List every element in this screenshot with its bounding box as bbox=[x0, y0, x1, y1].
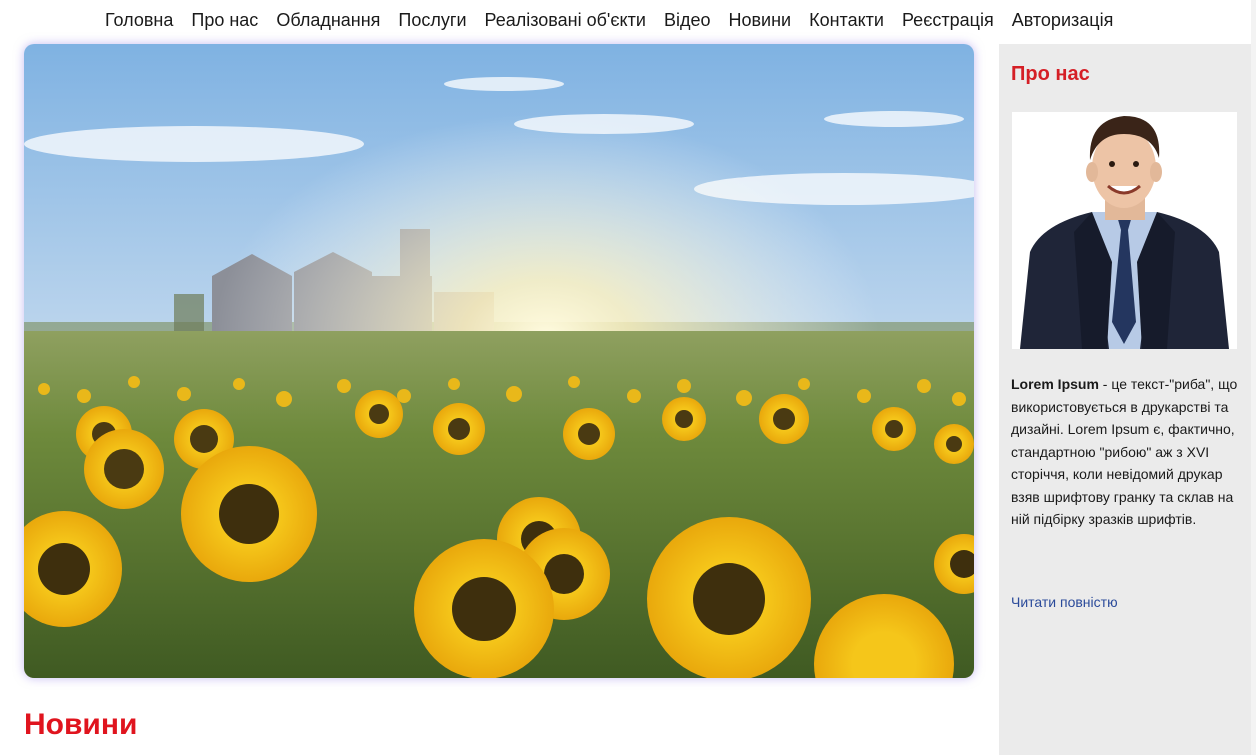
nav-item-2[interactable]: Про нас bbox=[182, 8, 267, 32]
sidebar-description: Lorem Ipsum - це текст-"риба", що викори… bbox=[1011, 373, 1243, 531]
sidebar-text-bold: Lorem Ipsum bbox=[1011, 376, 1099, 392]
sidebar-text-rest: - це текст-"риба", що використовується в… bbox=[1011, 376, 1238, 527]
nav-item-9[interactable]: Реєстрація bbox=[893, 8, 1003, 32]
nav-item-1[interactable]: Головна bbox=[96, 8, 182, 32]
about-sidebar: Про нас Lorem Ipsum - це текст-"риба", щ… bbox=[999, 44, 1251, 755]
nav-item-10[interactable]: Авторизація bbox=[1003, 8, 1123, 32]
nav-item-3[interactable]: Обладнання bbox=[267, 8, 389, 32]
nav-item-4[interactable]: Послуги bbox=[389, 8, 475, 32]
nav-item-7[interactable]: Новини bbox=[719, 8, 800, 32]
nav-menu: Головна Про нас Обладнання Послуги Реалізова… bbox=[96, 8, 1122, 32]
avatar bbox=[1012, 112, 1237, 349]
nav-item-8[interactable]: Контакти bbox=[800, 8, 893, 32]
sidebar-title: Про нас bbox=[1011, 63, 1090, 85]
page-scrollbar[interactable] bbox=[1251, 0, 1256, 755]
nav-item-5[interactable]: Реалізовані об'єкти bbox=[476, 8, 655, 32]
news-heading: Новини bbox=[24, 708, 138, 741]
main-nav: Головна Про нас Обладнання Послуги Реалізова… bbox=[0, 0, 1256, 40]
nav-item-6[interactable]: Відео bbox=[655, 8, 720, 32]
hero-image bbox=[24, 44, 974, 678]
read-more-link[interactable]: Читати повністю bbox=[1011, 591, 1118, 613]
